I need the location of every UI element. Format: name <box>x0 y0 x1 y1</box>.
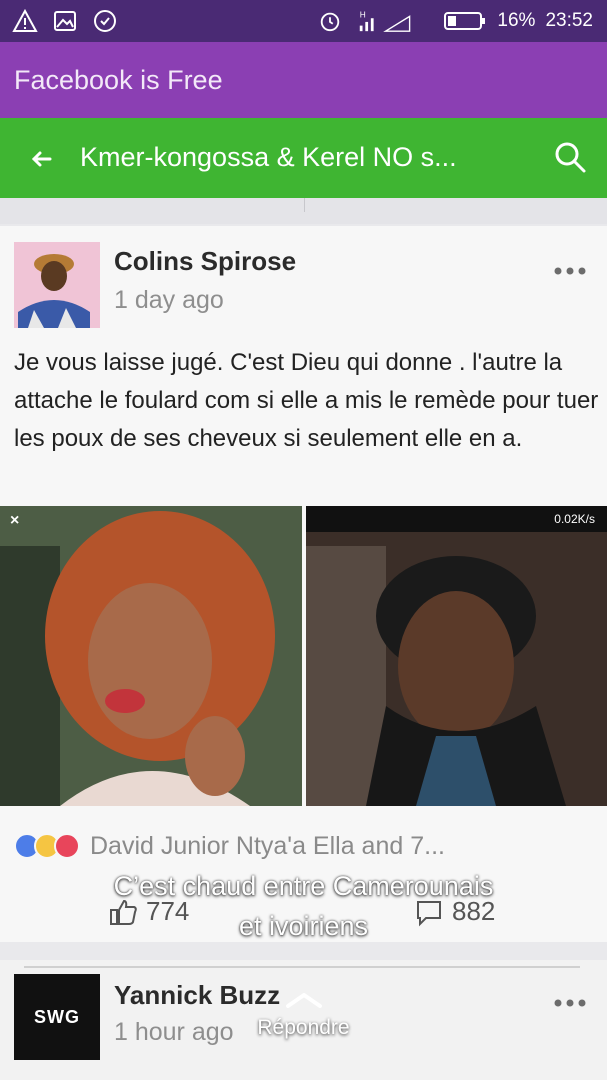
divider <box>24 966 580 968</box>
post-text: Je vous laisse jugé. C'est Dieu qui donn… <box>14 349 599 452</box>
close-icon: × <box>10 512 20 529</box>
story-caption: C’est chaud entre Camerounais et ivoirie… <box>0 866 607 946</box>
notification-icons <box>12 8 118 34</box>
avatar[interactable] <box>14 242 100 328</box>
gallery-icon <box>54 11 76 31</box>
embedded-network-speed: 0.02K/s <box>554 512 595 526</box>
photo-woman-headscarf <box>306 506 607 806</box>
group-toolbar: Kmer-kongossa & Kerel NO s... <box>0 118 607 198</box>
post-card: Colins Spirose 1 day ago Je vous laisse … <box>0 226 607 942</box>
post-photo-right[interactable]: 0.02K/s <box>306 506 607 806</box>
group-title[interactable]: Kmer-kongossa & Kerel NO s... <box>80 142 457 173</box>
back-arrow-icon[interactable] <box>26 144 56 174</box>
chevron-up-icon <box>285 993 322 1008</box>
data-saver-icon <box>94 10 116 32</box>
previous-post-edge <box>0 198 607 224</box>
love-reaction-icon <box>54 833 80 859</box>
post-photo-left[interactable]: × <box>0 506 302 806</box>
reactors-text: David Junior Ntya'a Ella and 7... <box>90 831 445 860</box>
banner-text: Facebook is Free <box>14 65 223 95</box>
battery-level: 16% <box>497 10 536 31</box>
status-bar: H 16% 23:52 <box>0 0 607 42</box>
free-mode-banner[interactable]: Facebook is Free <box>0 42 607 118</box>
caption-line-1: C’est chaud entre Camerounais <box>113 871 494 901</box>
signal-icon: H <box>360 9 411 32</box>
post-author[interactable]: Colins Spirose <box>114 246 296 277</box>
reactions-summary[interactable]: David Junior Ntya'a Ella and 7... <box>14 830 445 862</box>
embedded-status-bar: 0.02K/s <box>306 506 607 532</box>
avatar-photo <box>14 242 100 328</box>
svg-text:H: H <box>360 9 366 19</box>
clock: 23:52 <box>545 10 593 31</box>
more-options-icon[interactable] <box>553 266 587 276</box>
reply-button[interactable]: Répondre <box>0 990 607 1040</box>
post-time[interactable]: 1 day ago <box>114 286 224 315</box>
caption-line-2: et ivoiriens <box>238 911 369 941</box>
warning-icon <box>12 8 38 32</box>
photo-woman-red-hair <box>0 506 302 806</box>
alarm-icon <box>321 12 340 32</box>
reply-label: Répondre <box>257 1016 350 1039</box>
battery-icon <box>444 12 486 30</box>
system-status: H 16% 23:52 <box>317 9 593 33</box>
search-icon[interactable] <box>553 140 587 174</box>
